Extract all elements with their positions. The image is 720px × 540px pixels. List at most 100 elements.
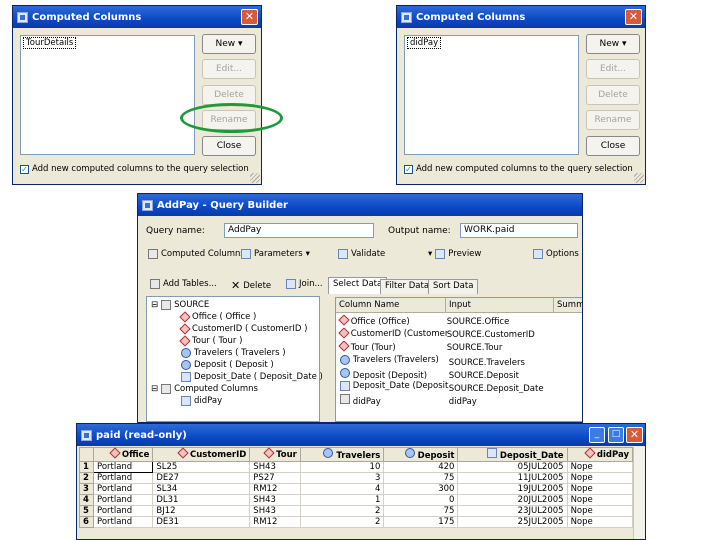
tab-select-data[interactable]: Select Data [328,277,388,294]
numeric-column-icon [181,360,191,370]
column-header-office[interactable]: Office [92,447,154,462]
query-name-label: Query name: [146,226,205,236]
resize-grip[interactable] [634,173,644,183]
title-bar: paid (read-only) [77,424,645,446]
delete-button[interactable]: Delete [586,85,640,105]
tree-node-computed[interactable]: ⊟ Computed Columns [151,384,258,394]
grid-row[interactable]: CustomerID (CustomerID)SOURCE.CustomerID [337,328,555,341]
tree-item[interactable]: Travelers ( Travelers ) [181,348,286,358]
character-column-icon [177,447,189,459]
vertical-scrollbar[interactable] [633,447,645,539]
computed-columns-list[interactable]: didPay [404,35,579,155]
column-header[interactable]: Input [446,298,554,313]
date-column-icon [181,372,191,382]
app-icon [81,429,92,441]
tab-sort-data[interactable]: Sort Data [428,279,479,294]
close-icon[interactable]: ✕ [626,427,643,443]
list-item[interactable]: TourDetails [23,37,77,49]
grid-row[interactable]: didPay didPay [337,393,555,406]
grid-row[interactable]: Office (Office) SOURCE.Office [337,315,555,328]
column-header[interactable]: Column Name [336,298,446,313]
maximize-icon[interactable]: □ [608,427,624,443]
table-row[interactable]: 2 Portland DE27 PS27 3 75 11JUL2005 Nope [79,472,634,484]
tree-item[interactable]: Office ( Office ) [179,311,256,323]
validate-icon [338,249,348,259]
new-button[interactable]: New ▾ [202,34,256,54]
output-name-label: Output name: [388,226,451,236]
computed-column-icon [340,394,350,404]
close-button[interactable]: Close [202,136,256,156]
tab-filter-data[interactable]: Filter Data [380,279,435,294]
computed-column-icon [181,396,191,406]
computed-columns-list[interactable]: TourDetails [20,35,195,155]
column-header[interactable]: Summary [554,298,582,313]
collapse-icon[interactable]: ⊟ [151,300,158,310]
edit-button[interactable]: Edit... [586,59,640,79]
checkbox[interactable]: ✓ [404,164,413,174]
tree-item[interactable]: didPay [181,396,222,406]
options-button[interactable]: Options [533,249,579,259]
column-header-customerid[interactable]: CustomerID [152,447,251,462]
close-button[interactable]: Close [586,136,640,156]
tree-item[interactable]: CustomerID ( CustomerID ) [179,323,307,335]
row-number-header [79,447,94,462]
data-table[interactable]: Office CustomerID Tour Travelers Deposit… [79,447,634,528]
column-header-tour[interactable]: Tour [249,447,301,462]
add-to-selection-checkbox[interactable]: ✓ Add new computed columns to the query s… [404,164,633,174]
query-name-input[interactable]: AddPay [224,223,374,238]
delete-button[interactable]: Delete [202,85,256,105]
numeric-column-icon [404,448,415,458]
table-icon [161,300,172,310]
list-item[interactable]: didPay [407,37,442,49]
parameters-button[interactable]: Parameters ▾ [241,249,310,259]
resize-grip[interactable] [250,173,260,183]
add-to-selection-checkbox[interactable]: ✓ Add new computed columns to the query s… [20,164,249,174]
table-row[interactable]: 6 Portland DE31 RM12 2 175 25JUL2005 Nope [79,516,634,528]
character-column-icon [179,311,191,323]
column-header-travelers[interactable]: Travelers [299,447,385,462]
column-header-didpay[interactable]: didPay [566,447,634,462]
tree-node-source[interactable]: ⊟ SOURCE [151,300,209,310]
grid-row[interactable]: Deposit (Deposit) SOURCE.Deposit [337,367,555,380]
collapse-icon[interactable]: ⊟ [151,384,158,394]
highlight-oval [180,103,283,133]
column-header-deposit[interactable]: Deposit [383,447,459,462]
chevron-down-icon: ▾ [428,249,433,259]
tree-item[interactable]: Deposit_Date ( Deposit_Date ) [181,372,323,382]
minimize-icon[interactable]: _ [589,427,605,443]
character-column-icon [584,447,596,459]
close-icon[interactable]: ✕ [241,9,258,25]
grid-row[interactable]: Tour (Tour) SOURCE.Tour [337,341,555,354]
delete-button[interactable]: ✕ Delete [231,279,271,292]
checkbox[interactable]: ✓ [20,164,29,174]
date-column-icon [486,448,497,458]
character-column-icon [109,447,121,459]
table-row[interactable]: 3 Portland SL34 RM12 4 300 19JUL2005 Nope [79,483,634,495]
table-row[interactable]: 4 Portland DL31 SH43 1 0 20JUL2005 Nope [79,494,634,506]
grid-row[interactable]: Deposit_Date (Deposit...SOURCE.Deposit_D… [337,380,555,393]
new-button[interactable]: New ▾ [586,34,640,54]
dialog-title: Computed Columns [416,11,526,23]
tree-item[interactable]: Tour ( Tour ) [179,335,242,347]
edit-button[interactable]: Edit... [202,59,256,79]
close-icon[interactable]: ✕ [625,9,642,25]
grid-row[interactable]: Travelers (Travelers) SOURCE.Travelers [337,354,555,367]
column-header-deposit-date[interactable]: Deposit_Date [457,447,568,462]
tab-strip: Select Data Filter Data Sort Data [328,277,582,295]
output-name-input[interactable]: WORK.paid [460,223,578,238]
join-button[interactable]: Join... [286,279,323,289]
window-title: paid (read-only) [96,429,187,441]
preview-button[interactable]: ▾ Preview [428,249,481,259]
validate-button[interactable]: Validate [338,249,385,259]
numeric-column-icon [323,448,334,458]
source-tree[interactable]: ⊟ SOURCE Office ( Office ) CustomerID ( C… [146,296,323,422]
table-row[interactable]: 5 Portland BJ12 SH43 2 75 23JUL2005 Nope [79,505,634,517]
tree-item[interactable]: Deposit ( Deposit ) [181,360,274,370]
add-tables-button[interactable]: Add Tables... [150,279,217,289]
numeric-column-icon [340,368,350,378]
rename-button[interactable]: Rename [586,110,640,130]
computed-columns-button[interactable]: Computed Columns [148,249,245,259]
select-data-grid[interactable]: Column Name Input Summary Office (Office… [335,297,582,422]
preview-icon [435,249,446,259]
table-row[interactable]: 1 Portland SL25 SH43 10 420 05JUL2005 Nope [79,461,634,473]
